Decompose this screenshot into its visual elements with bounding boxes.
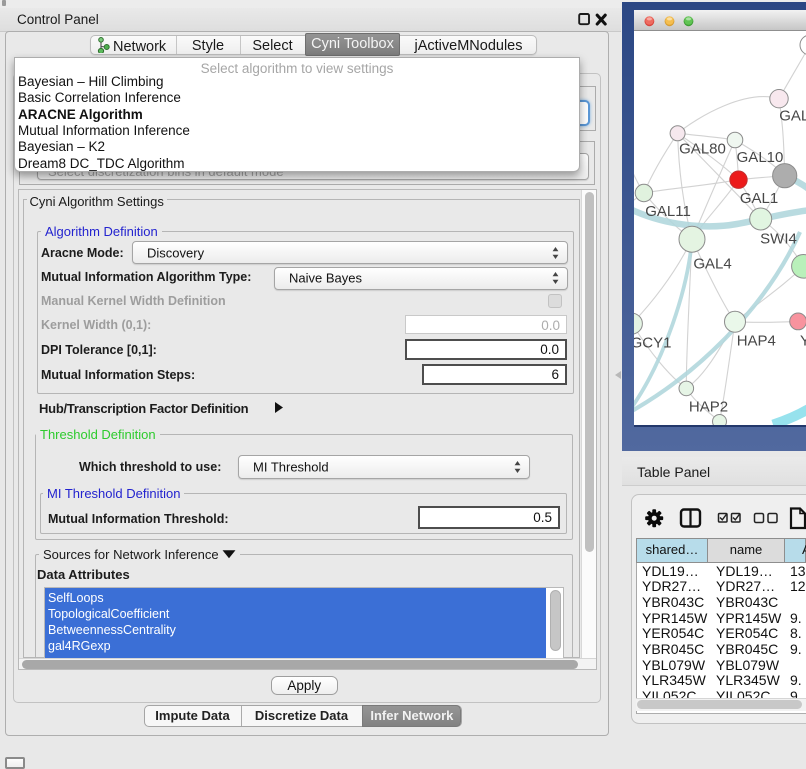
svg-text:GAL1: GAL1 bbox=[740, 190, 778, 207]
svg-text:GAL10: GAL10 bbox=[737, 149, 784, 166]
svg-text:GAL11: GAL11 bbox=[645, 203, 691, 220]
svg-text:Y: Y bbox=[800, 333, 806, 350]
svg-text:GAL8: GAL8 bbox=[779, 108, 806, 125]
svg-text:HAP2: HAP2 bbox=[689, 399, 728, 416]
svg-text:SWI4: SWI4 bbox=[760, 231, 797, 248]
svg-text:GAL80: GAL80 bbox=[679, 141, 726, 158]
svg-text:GCY1: GCY1 bbox=[634, 335, 671, 352]
svg-text:HAP4: HAP4 bbox=[737, 333, 776, 350]
svg-text:GAL4: GAL4 bbox=[693, 256, 731, 273]
